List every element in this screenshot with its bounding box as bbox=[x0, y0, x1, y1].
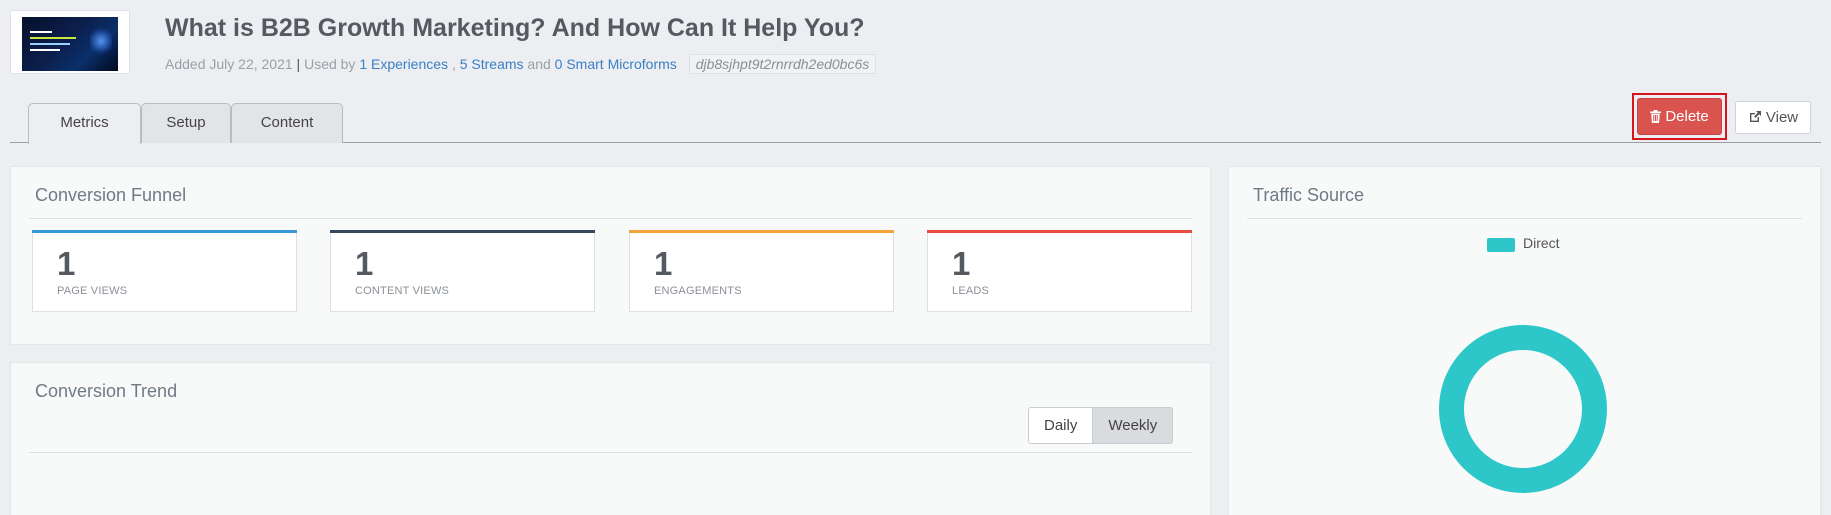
content-id-badge: djb8sjhpt9t2rnrrdh2ed0bc6s bbox=[688, 54, 877, 74]
delete-button[interactable]: Delete bbox=[1637, 98, 1722, 135]
content-thumbnail[interactable] bbox=[10, 10, 130, 74]
used-by-label: Used by bbox=[304, 56, 356, 72]
tab-bar: Metrics Setup Content bbox=[10, 103, 1821, 144]
weekly-toggle-button[interactable]: Weekly bbox=[1093, 407, 1174, 444]
added-date: Added July 22, 2021 bbox=[165, 56, 293, 72]
view-button[interactable]: View bbox=[1735, 101, 1811, 134]
metric-card-content-views: 1 CONTENT VIEWS bbox=[330, 230, 595, 312]
card-accent-bar bbox=[330, 230, 595, 233]
conversion-trend-title: Conversion Trend bbox=[35, 381, 178, 401]
traffic-donut-chart bbox=[1438, 325, 1607, 493]
daily-toggle-button[interactable]: Daily bbox=[1028, 407, 1094, 444]
legend-label-direct[interactable]: Direct bbox=[1523, 235, 1560, 251]
conversion-trend-panel: Conversion Trend Daily Weekly bbox=[10, 362, 1211, 515]
conversion-funnel-title: Conversion Funnel bbox=[35, 185, 187, 205]
metric-label: ENGAGEMENTS bbox=[654, 285, 742, 297]
tab-setup[interactable]: Setup bbox=[141, 103, 231, 143]
experiences-link[interactable]: 1 Experiences bbox=[359, 56, 448, 72]
traffic-source-panel: Traffic Source Direct bbox=[1228, 166, 1821, 515]
card-accent-bar bbox=[32, 230, 297, 233]
meta-separator: | bbox=[296, 56, 301, 72]
metric-label: CONTENT VIEWS bbox=[355, 285, 450, 297]
streams-link[interactable]: 5 Streams bbox=[460, 56, 524, 72]
metric-label: PAGE VIEWS bbox=[57, 285, 128, 297]
tab-content[interactable]: Content bbox=[231, 103, 343, 143]
metric-label: LEADS bbox=[952, 285, 990, 297]
pie-slice-direct[interactable] bbox=[1438, 325, 1607, 493]
external-link-icon bbox=[1749, 111, 1761, 122]
conversion-funnel-panel: Conversion Funnel 1 PAGE VIEWS 1 CONTENT… bbox=[10, 166, 1211, 345]
thumbnail-image bbox=[22, 17, 118, 71]
card-accent-bar bbox=[927, 230, 1192, 233]
delete-label: Delete bbox=[1665, 108, 1709, 125]
traffic-source-title: Traffic Source bbox=[1253, 185, 1365, 205]
microforms-link[interactable]: 0 Smart Microforms bbox=[555, 56, 677, 72]
legend-swatch-direct[interactable] bbox=[1487, 238, 1515, 252]
period-toggle: Daily Weekly bbox=[1028, 407, 1174, 444]
metric-value: 1 bbox=[57, 245, 76, 282]
metric-card-page-views: 1 PAGE VIEWS bbox=[32, 230, 297, 312]
metric-card-engagements: 1 ENGAGEMENTS bbox=[629, 230, 894, 312]
metric-value: 1 bbox=[952, 245, 971, 282]
metric-value: 1 bbox=[654, 245, 673, 282]
view-label: View bbox=[1765, 109, 1799, 126]
content-header: What is B2B Growth Marketing? And How Ca… bbox=[10, 10, 1821, 74]
tab-metrics[interactable]: Metrics bbox=[28, 103, 141, 144]
content-meta: Added July 22, 2021 | Used by 1 Experien… bbox=[165, 54, 877, 74]
trash-icon bbox=[1650, 110, 1662, 123]
metric-card-leads: 1 LEADS bbox=[927, 230, 1192, 312]
comma-separator: , bbox=[451, 56, 456, 72]
metric-value: 1 bbox=[355, 245, 374, 282]
delete-highlight: Delete bbox=[1632, 93, 1727, 140]
page-title: What is B2B Growth Marketing? And How Ca… bbox=[165, 14, 865, 42]
card-accent-bar bbox=[629, 230, 894, 233]
and-label: and bbox=[527, 56, 551, 72]
